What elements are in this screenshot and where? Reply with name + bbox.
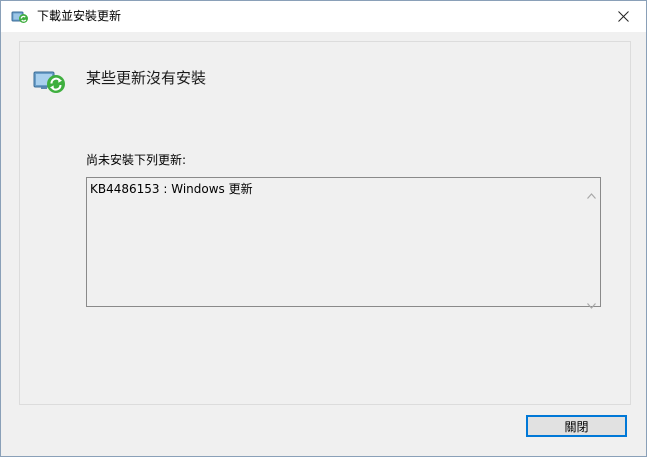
windows-update-icon <box>11 9 29 23</box>
scroll-down-icon[interactable] <box>587 294 596 309</box>
scroll-up-icon[interactable] <box>587 184 596 199</box>
update-sync-icon <box>32 68 68 96</box>
dialog-heading: 某些更新沒有安裝 <box>86 69 207 87</box>
update-dialog: 下載並安裝更新 某些更新沒有安裝 尚未安裝下列更新: KB4486153: W… <box>0 0 647 457</box>
content-panel: 某些更新沒有安裝 尚未安裝下列更新: KB4486153 : Windows 更… <box>19 41 631 405</box>
pending-updates-label: 尚未安裝下列更新: <box>86 153 187 167</box>
list-item[interactable]: KB4486153 : Windows 更新 <box>90 182 253 196</box>
close-icon <box>617 7 629 26</box>
vertical-scrollbar[interactable] <box>583 178 600 309</box>
close-window-button[interactable] <box>600 1 646 32</box>
window-title: 下載並安裝更新 <box>37 9 122 23</box>
pending-updates-list[interactable]: KB4486153 : Windows 更新 <box>86 177 601 309</box>
title-bar[interactable]: 下載並安裝更新 <box>1 1 646 32</box>
close-button[interactable]: 關閉 <box>526 415 627 437</box>
